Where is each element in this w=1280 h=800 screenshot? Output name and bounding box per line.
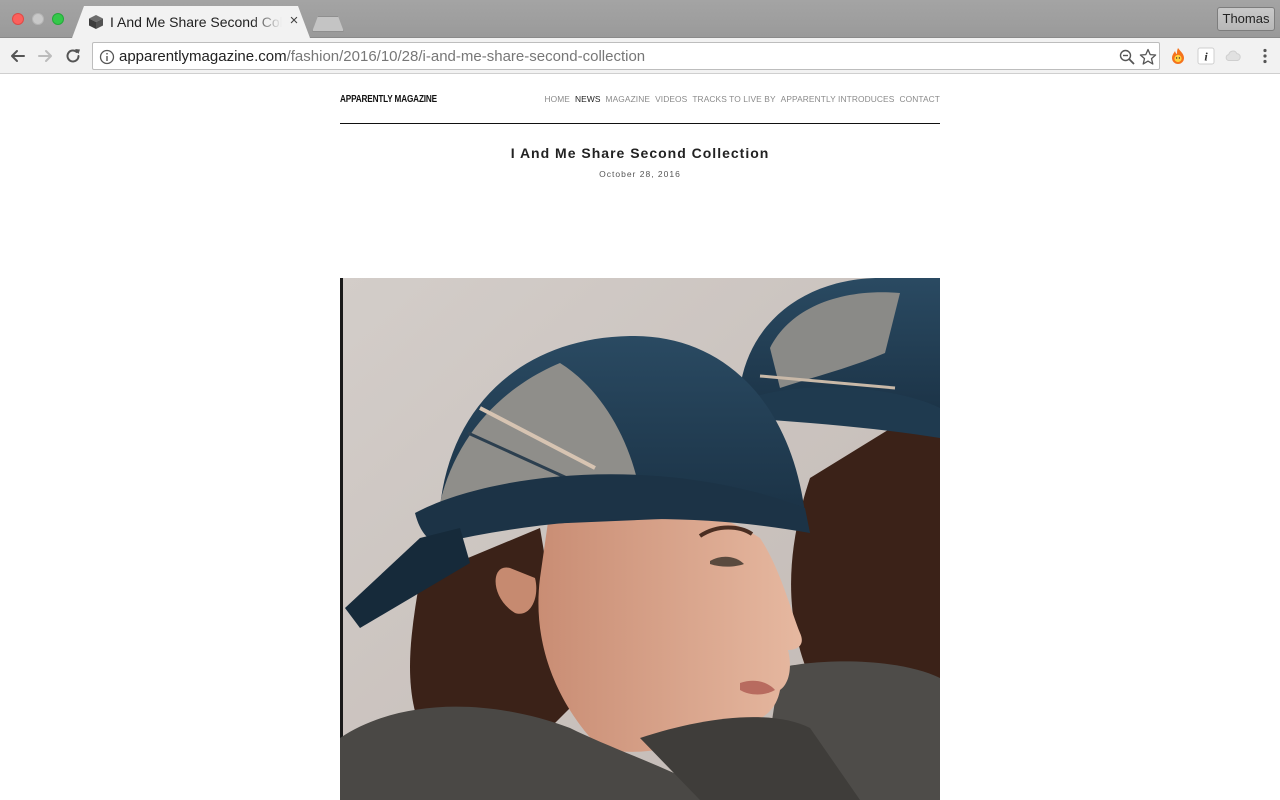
window-minimize-button[interactable] xyxy=(32,13,44,25)
nav-item-videos[interactable]: VIDEOS xyxy=(655,94,687,104)
info-icon[interactable] xyxy=(99,49,115,65)
site-header: APPARENTLY MAGAZINE HOME NEWS MAGAZINE V… xyxy=(340,75,940,124)
kebab-menu-icon[interactable] xyxy=(1256,47,1274,65)
arrow-left-icon[interactable] xyxy=(8,46,28,66)
info-extension-icon[interactable]: i xyxy=(1197,47,1215,65)
nav-item-home[interactable]: HOME xyxy=(544,94,570,104)
url-host: apparentlymagazine.com xyxy=(119,48,287,65)
new-tab-button[interactable] xyxy=(312,16,344,32)
reload-icon[interactable] xyxy=(63,46,83,66)
hero-photo-illustration xyxy=(340,278,940,800)
browser-toolbar: apparentlymagazine.com/fashion/2016/10/2… xyxy=(0,38,1280,74)
url-text[interactable]: apparentlymagazine.com/fashion/2016/10/2… xyxy=(119,48,645,66)
address-bar[interactable]: apparentlymagazine.com/fashion/2016/10/2… xyxy=(92,42,1160,70)
post-title: I And Me Share Second Collection xyxy=(510,145,770,161)
hero-image xyxy=(340,278,940,800)
nav-item-tracks-to-live-by[interactable]: TRACKS TO LIVE BY xyxy=(692,94,775,104)
window-close-button[interactable] xyxy=(12,13,24,25)
nav-item-contact[interactable]: CONTACT xyxy=(899,94,940,104)
zoom-out-icon[interactable] xyxy=(1119,49,1135,65)
web-page: APPARENTLY MAGAZINE HOME NEWS MAGAZINE V… xyxy=(0,75,1280,800)
window-maximize-button[interactable] xyxy=(52,13,64,25)
cube-icon xyxy=(89,15,103,29)
nav-item-news[interactable]: NEWS xyxy=(575,94,601,104)
site-nav: HOME NEWS MAGAZINE VIDEOS TRACKS TO LIVE… xyxy=(544,94,940,104)
nav-item-magazine[interactable]: MAGAZINE xyxy=(606,94,651,104)
browser-titlebar: I And Me Share Second Collection × Thoma… xyxy=(0,0,1280,38)
nav-item-apparently-introduces[interactable]: APPARENTLY INTRODUCES xyxy=(781,94,895,104)
tab-close-icon[interactable]: × xyxy=(286,12,302,30)
active-tab[interactable]: I And Me Share Second Collection × xyxy=(72,6,310,38)
star-icon[interactable] xyxy=(1139,48,1157,66)
profile-button[interactable]: Thomas xyxy=(1217,7,1275,31)
site-logo[interactable]: APPARENTLY MAGAZINE xyxy=(340,94,437,105)
url-path: /fashion/2016/10/28/i-and-me-share-secon… xyxy=(286,48,646,65)
tab-title: I And Me Share Second Collection xyxy=(110,14,282,30)
arrow-right-icon[interactable] xyxy=(35,46,55,66)
post-date: October 28, 2016 xyxy=(599,169,681,179)
cloud-icon[interactable] xyxy=(1224,47,1242,65)
flame-icon[interactable] xyxy=(1169,47,1187,65)
